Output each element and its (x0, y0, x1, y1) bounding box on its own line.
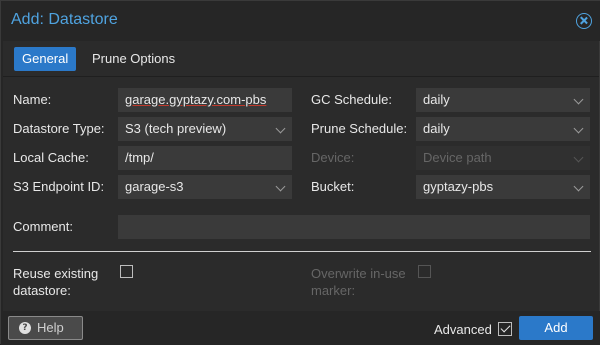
chevron-down-icon (275, 123, 286, 134)
bucket-value: gyptazy-pbs (423, 179, 494, 194)
tab-prune-options[interactable]: Prune Options (84, 47, 183, 71)
datastore-type-select[interactable]: S3 (tech preview) (118, 117, 292, 141)
chevron-down-icon (573, 152, 584, 163)
help-button[interactable]: ? Help (8, 316, 83, 340)
add-button[interactable]: Add (519, 316, 593, 340)
dialog-title: Add: Datastore (11, 11, 118, 28)
prune-schedule-value: daily (423, 121, 450, 136)
local-cache-value: /tmp/ (125, 150, 154, 165)
s3-endpoint-value: garage-s3 (125, 179, 184, 194)
datastore-type-value: S3 (tech preview) (125, 121, 227, 136)
tab-bar: General Prune Options (3, 41, 599, 77)
form-separator (13, 251, 591, 252)
dialog-footer: ? Help Advanced Add (1, 311, 600, 345)
device-placeholder: Device path (423, 150, 492, 165)
dialog-body: General Prune Options Name: garage.gypta… (3, 41, 599, 311)
prune-schedule-select[interactable]: daily (416, 117, 590, 141)
dialog-titlebar: Add: Datastore (1, 1, 600, 41)
close-icon[interactable] (576, 13, 592, 29)
overwrite-marker-label-line2: marker: (311, 283, 356, 298)
local-cache-label: Local Cache: (13, 150, 89, 165)
name-input[interactable]: garage.gyptazy.com-pbs (118, 88, 292, 112)
datastore-type-label: Datastore Type: (13, 121, 105, 136)
prune-schedule-label: Prune Schedule: (311, 121, 408, 136)
chevron-down-icon (573, 94, 584, 105)
gc-schedule-select[interactable]: daily (416, 88, 590, 112)
chevron-down-icon (573, 123, 584, 134)
comment-label: Comment: (13, 219, 73, 234)
name-value: garage.gyptazy.com-pbs (125, 92, 267, 107)
gc-schedule-label: GC Schedule: (311, 92, 392, 107)
s3-endpoint-label: S3 Endpoint ID: (13, 179, 105, 194)
device-select: Device path (416, 146, 590, 170)
overwrite-marker-checkbox (418, 265, 431, 278)
gc-schedule-value: daily (423, 92, 450, 107)
bucket-label: Bucket: (311, 179, 355, 194)
add-datastore-dialog: Add: Datastore General Prune Options Nam… (0, 0, 600, 345)
chevron-down-icon (275, 181, 286, 192)
form-area: Name: garage.gyptazy.com-pbs Datastore T… (3, 78, 599, 311)
reuse-existing-label-line2: datastore: (13, 283, 71, 298)
device-label: Device: (311, 150, 355, 165)
help-button-label: Help (37, 320, 64, 335)
comment-input[interactable] (118, 215, 590, 239)
question-icon: ? (19, 322, 31, 334)
bucket-select[interactable]: gyptazy-pbs (416, 175, 590, 199)
reuse-existing-label-line1: Reuse existing (13, 266, 99, 281)
local-cache-input[interactable]: /tmp/ (118, 146, 292, 170)
reuse-existing-checkbox[interactable] (120, 265, 133, 278)
s3-endpoint-select[interactable]: garage-s3 (118, 175, 292, 199)
tab-general[interactable]: General (14, 47, 77, 71)
name-label: Name: (13, 92, 52, 107)
advanced-label: Advanced (434, 322, 492, 337)
overwrite-marker-label-line1: Overwrite in-use (311, 266, 406, 281)
chevron-down-icon (573, 181, 584, 192)
advanced-checkbox[interactable] (498, 322, 512, 336)
